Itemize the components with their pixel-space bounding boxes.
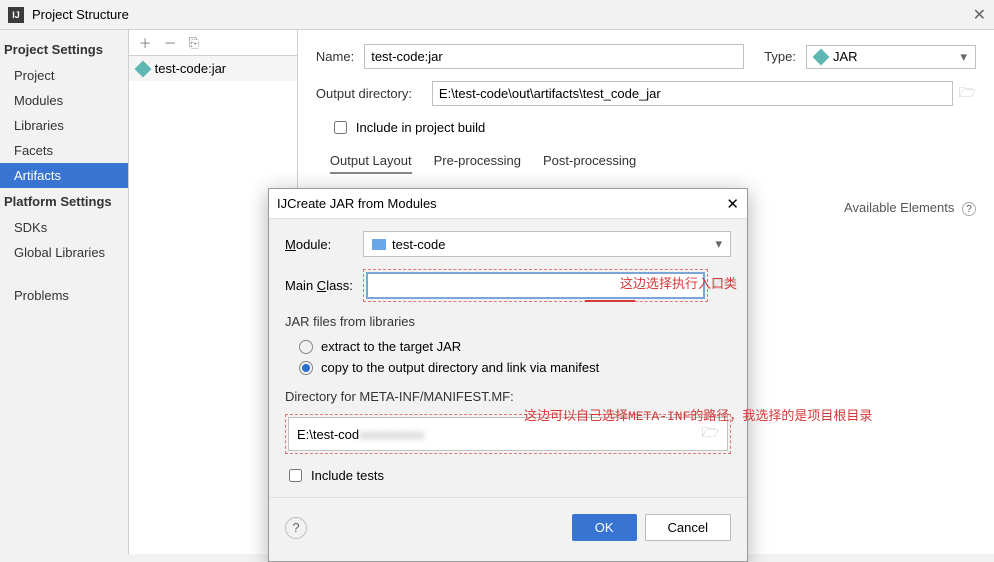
window-titlebar: IJ Project Structure ✕ xyxy=(0,0,994,30)
dialog-close-icon[interactable]: ✕ xyxy=(726,195,739,213)
chevron-down-icon: ▾ xyxy=(715,236,722,252)
module-label: Module: xyxy=(285,237,363,252)
dialog-titlebar: IJ Create JAR from Modules ✕ xyxy=(269,189,747,219)
sidebar-item-global-libraries[interactable]: Global Libraries xyxy=(0,240,128,265)
radio-copy-row[interactable]: copy to the output directory and link vi… xyxy=(299,360,731,375)
blurred-path: xxxxxxxxxx xyxy=(359,427,424,442)
include-tests-checkbox[interactable] xyxy=(289,469,302,482)
browse-dir-icon[interactable]: 🗁 xyxy=(702,422,719,446)
artifacts-toolbar: ＋ － ⎘ xyxy=(129,30,297,56)
sidebar: Project Settings Project Modules Librari… xyxy=(0,30,128,554)
artifact-entry-label: test-code:jar xyxy=(155,61,227,76)
add-icon[interactable]: ＋ xyxy=(139,33,152,52)
include-build-checkbox[interactable] xyxy=(334,121,347,134)
sidebar-item-artifacts[interactable]: Artifacts xyxy=(0,163,128,188)
radio-copy-label: copy to the output directory and link vi… xyxy=(321,360,599,375)
intellij-icon: IJ xyxy=(8,7,24,23)
jar-icon xyxy=(134,60,151,77)
tab-pre-processing[interactable]: Pre-processing xyxy=(434,149,521,174)
sidebar-item-libraries[interactable]: Libraries xyxy=(0,113,128,138)
radio-copy[interactable] xyxy=(299,361,313,375)
tab-output-layout[interactable]: Output Layout xyxy=(330,149,412,174)
module-dropdown[interactable]: test-code ▾ xyxy=(363,231,731,257)
window-title: Project Structure xyxy=(32,7,129,22)
sidebar-heading-platform-settings: Platform Settings xyxy=(0,188,128,215)
artifact-entry[interactable]: test-code:jar xyxy=(129,56,297,81)
type-value: JAR xyxy=(833,49,858,64)
dialog-help-button[interactable]: ? xyxy=(285,517,307,539)
sidebar-item-project[interactable]: Project xyxy=(0,63,128,88)
type-dropdown[interactable]: JAR ▾ xyxy=(806,45,976,69)
sidebar-item-sdks[interactable]: SDKs xyxy=(0,215,128,240)
cancel-button[interactable]: Cancel xyxy=(645,514,731,541)
radio-extract-row[interactable]: extract to the target JAR xyxy=(299,339,731,354)
available-elements: Available Elements ? xyxy=(844,200,976,216)
sidebar-item-modules[interactable]: Modules xyxy=(0,88,128,113)
help-icon[interactable]: ? xyxy=(962,202,976,216)
include-tests-label: Include tests xyxy=(311,468,384,483)
browse-folder-icon[interactable]: 🗁 xyxy=(959,82,976,106)
outdir-input[interactable] xyxy=(432,81,953,106)
ok-button[interactable]: OK xyxy=(572,514,637,541)
create-jar-dialog: IJ Create JAR from Modules ✕ Module: tes… xyxy=(268,188,748,562)
annotation-main-class: 这边选择执行入口类 xyxy=(620,273,737,292)
copy-icon[interactable]: ⎘ xyxy=(189,35,199,51)
jar-type-icon xyxy=(813,48,830,65)
intellij-icon: IJ xyxy=(277,196,287,211)
radio-extract[interactable] xyxy=(299,340,313,354)
main-class-label: Main Class: xyxy=(285,278,363,293)
sidebar-item-problems[interactable]: Problems xyxy=(0,283,128,308)
module-folder-icon xyxy=(372,239,386,250)
artifact-tabs: Output Layout Pre-processing Post-proces… xyxy=(330,149,976,178)
sidebar-heading-project-settings: Project Settings xyxy=(0,36,128,63)
radio-extract-label: extract to the target JAR xyxy=(321,339,461,354)
sidebar-item-facets[interactable]: Facets xyxy=(0,138,128,163)
chevron-down-icon: ▾ xyxy=(960,49,967,65)
dialog-title: Create JAR from Modules xyxy=(287,196,437,211)
outdir-label: Output directory: xyxy=(316,86,422,101)
jar-libs-section: JAR files from libraries xyxy=(285,314,731,329)
name-label: Name: xyxy=(316,49,354,64)
include-build-label: Include in project build xyxy=(356,120,485,135)
window-close-icon[interactable]: ✕ xyxy=(973,5,986,25)
module-value: test-code xyxy=(392,237,445,252)
name-input[interactable] xyxy=(364,44,744,69)
tab-post-processing[interactable]: Post-processing xyxy=(543,149,636,174)
remove-icon[interactable]: － xyxy=(164,33,177,52)
annotation-underline xyxy=(585,300,635,302)
manifest-dir-value: E:\test-cod xyxy=(297,427,359,442)
manifest-dir-label: Directory for META-INF/MANIFEST.MF: xyxy=(285,389,731,404)
type-label: Type: xyxy=(764,49,796,64)
annotation-manifest-dir: 这边可以自己选择META-INF的路径，我选择的是项目根目录 xyxy=(524,405,872,424)
